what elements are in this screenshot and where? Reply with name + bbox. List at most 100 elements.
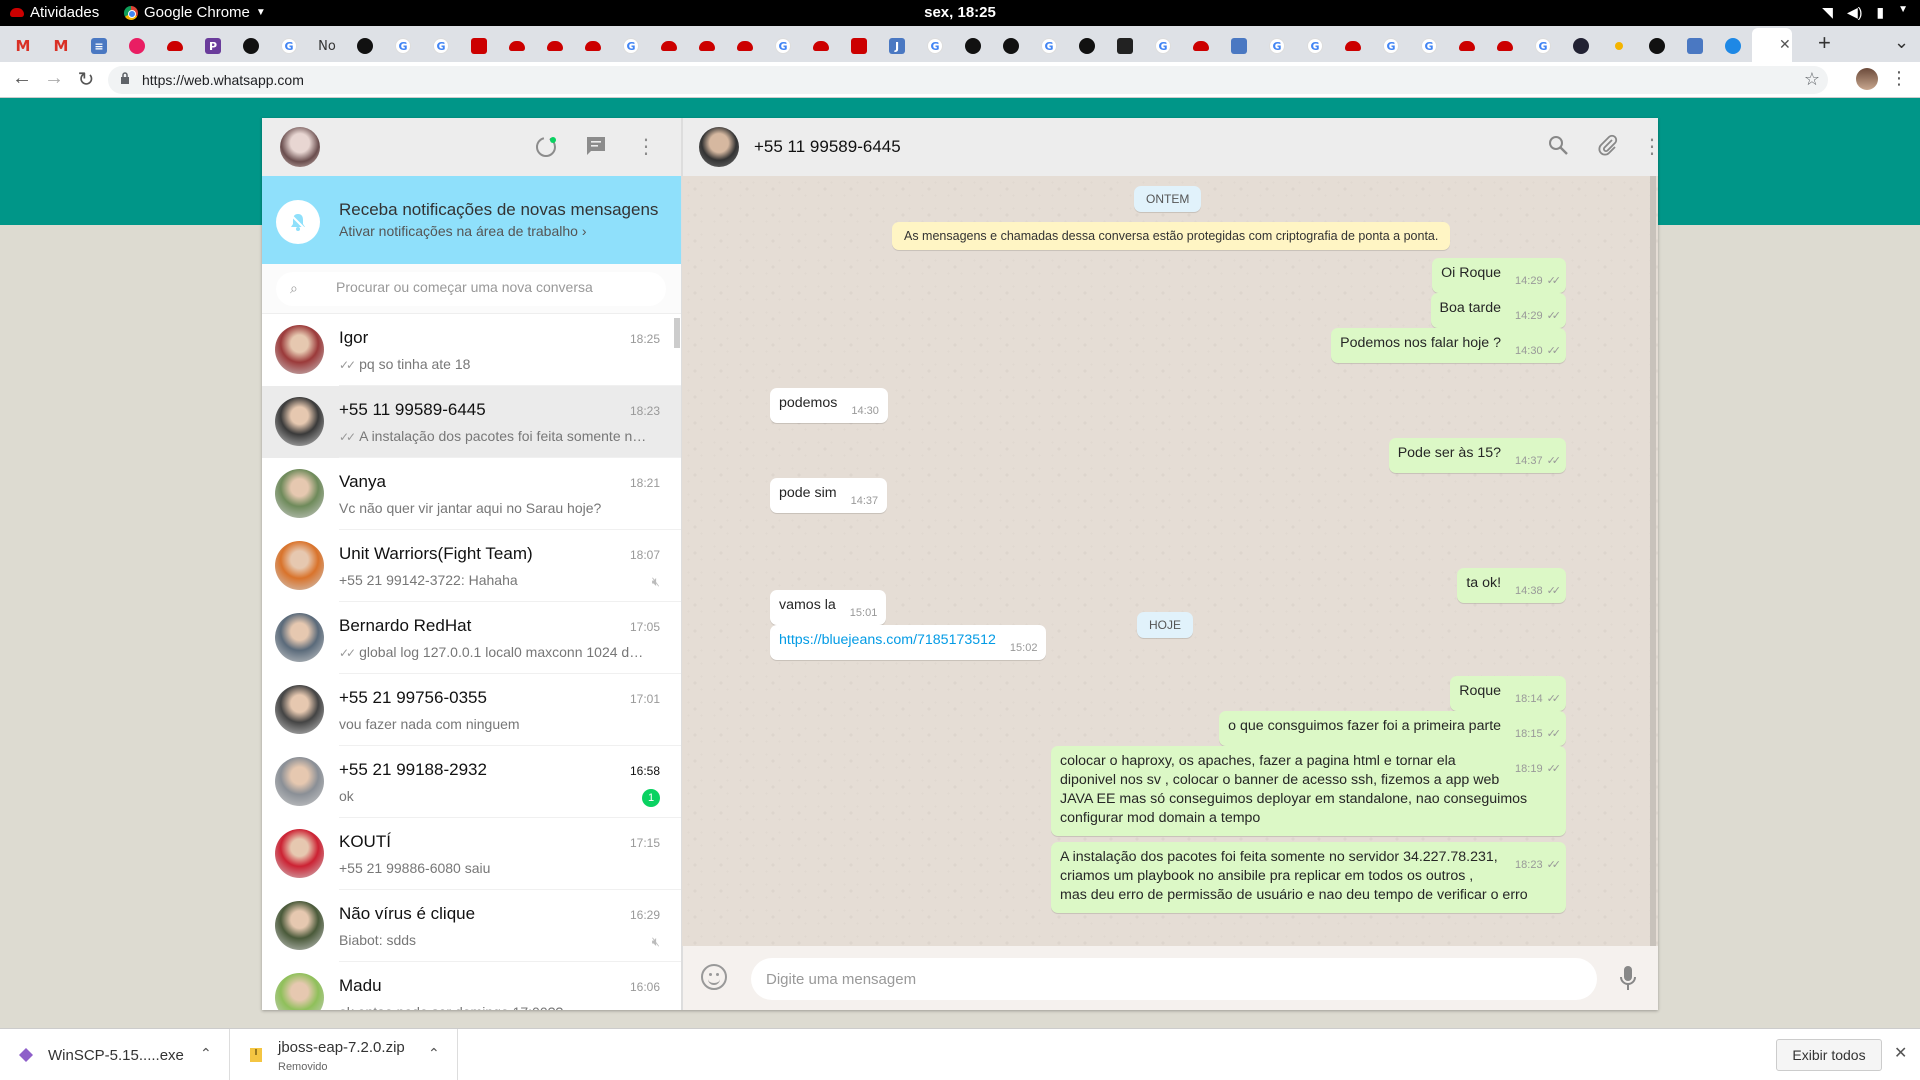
- outgoing-message[interactable]: 18:15 ✓✓ o que consguimos fazer foi a prim…: [1219, 711, 1566, 746]
- tab-google[interactable]: G: [1300, 32, 1330, 60]
- forward-button[interactable]: →: [42, 67, 66, 90]
- system-tray[interactable]: ◥ ◀) ▮ ▼: [1822, 4, 1908, 21]
- tab-redhat[interactable]: [1452, 32, 1482, 60]
- tab-google[interactable]: G: [1148, 32, 1178, 60]
- incoming-message[interactable]: 15:01 vamos la: [770, 590, 887, 625]
- status-icon[interactable]: [534, 135, 558, 159]
- tab-docs[interactable]: ≡: [84, 32, 114, 60]
- tab-google[interactable]: G: [1262, 32, 1292, 60]
- outgoing-message[interactable]: 14:29 ✓✓ Boa tarde: [1430, 293, 1566, 328]
- message-input[interactable]: [751, 958, 1597, 1000]
- tab-gmail-2[interactable]: M: [46, 32, 76, 60]
- chevron-up-icon[interactable]: ⌃: [200, 1045, 212, 1062]
- chrome-menu-icon[interactable]: ⋮: [1890, 68, 1908, 89]
- tab-item[interactable]: [122, 32, 152, 60]
- download-item[interactable]: WinSCP-5.15.....exe ⌃: [0, 1029, 230, 1080]
- tab-item[interactable]: [1718, 32, 1748, 60]
- tab-github[interactable]: [958, 32, 988, 60]
- tab-github[interactable]: [996, 32, 1026, 60]
- tab-redhat[interactable]: [730, 32, 760, 60]
- my-profile-avatar[interactable]: [280, 127, 320, 167]
- close-tab-icon[interactable]: ✕: [1779, 36, 1791, 53]
- outgoing-message[interactable]: 18:23 ✓✓ A instalação dos pacotes foi feit…: [1051, 842, 1566, 913]
- microphone-icon[interactable]: [1617, 964, 1639, 992]
- tab-google[interactable]: G: [616, 32, 646, 60]
- menu-icon[interactable]: ⋮: [634, 135, 658, 159]
- contact-avatar[interactable]: [699, 127, 739, 167]
- chat-row[interactable]: +55 21 99756-0355 17:01 vou fazer nada com…: [262, 674, 681, 746]
- chat-row[interactable]: +55 21 99188-2932 16:58 ok 1: [262, 746, 681, 818]
- tab-item[interactable]: [464, 32, 494, 60]
- chat-row[interactable]: +55 11 99589-6445 18:23 ✓✓ A instalação dos…: [262, 386, 681, 458]
- tab-item[interactable]: [1224, 32, 1254, 60]
- outgoing-message[interactable]: 14:30 ✓✓ Podemos nos falar hoje ?: [1331, 328, 1566, 363]
- emoji-icon[interactable]: [701, 964, 727, 990]
- tab-item[interactable]: [236, 32, 266, 60]
- tab-github[interactable]: [1072, 32, 1102, 60]
- tab-google[interactable]: G: [274, 32, 304, 60]
- tab-google[interactable]: G: [920, 32, 950, 60]
- tab-redhat[interactable]: [1186, 32, 1216, 60]
- outgoing-message[interactable]: 14:29 ✓✓ Oi Roque: [1432, 258, 1566, 293]
- chat-row[interactable]: Unit Warriors(Fight Team) 18:07 +55 21 991…: [262, 530, 681, 602]
- chat-row[interactable]: KOUTÍ 17:15 +55 21 99886-6080 saiu: [262, 818, 681, 890]
- tab-redhat[interactable]: [540, 32, 570, 60]
- back-button[interactable]: ←: [10, 67, 34, 90]
- encryption-notice[interactable]: As mensagens e chamadas dessa conversa e…: [892, 222, 1451, 250]
- tab-google[interactable]: G: [768, 32, 798, 60]
- tab-notion[interactable]: No: [312, 32, 342, 60]
- chat-row[interactable]: Igor 18:25 ✓✓ pq so tinha ate 18: [262, 314, 681, 386]
- tab-item[interactable]: [1604, 32, 1634, 60]
- close-shelf-icon[interactable]: ✕: [1894, 1043, 1907, 1063]
- clock[interactable]: sex, 18:25: [0, 4, 1920, 21]
- tab-google[interactable]: G: [1528, 32, 1558, 60]
- chat-row[interactable]: Madu 16:06 ok entao pode ser domingo 17:00…: [262, 962, 681, 1010]
- tab-redhat[interactable]: [502, 32, 532, 60]
- tab-redhat[interactable]: [578, 32, 608, 60]
- tab-search-icon[interactable]: ⌄: [1894, 32, 1909, 53]
- attach-icon[interactable]: [1595, 134, 1621, 160]
- new-chat-icon[interactable]: [584, 135, 608, 159]
- incoming-message[interactable]: 14:30 podemos: [770, 388, 888, 423]
- new-tab-button[interactable]: +: [1818, 30, 1831, 56]
- profile-avatar[interactable]: [1856, 68, 1878, 90]
- search-messages-icon[interactable]: [1545, 134, 1571, 160]
- tab-google[interactable]: G: [388, 32, 418, 60]
- chat-row[interactable]: Bernardo RedHat 17:05 ✓✓ global log 127.0.0…: [262, 602, 681, 674]
- outgoing-message[interactable]: 14:37 ✓✓ Pode ser às 15?: [1388, 438, 1566, 473]
- conversation-menu-icon[interactable]: ⋮: [1639, 134, 1665, 160]
- message-link[interactable]: https://bluejeans.com/7185173512: [779, 632, 996, 648]
- address-bar[interactable]: https://web.whatsapp.com ☆: [108, 66, 1828, 94]
- incoming-message[interactable]: 15:02 https://bluejeans.com/7185173512: [770, 625, 1047, 660]
- tab-google[interactable]: G: [1414, 32, 1444, 60]
- chevron-up-icon[interactable]: ⌃: [428, 1045, 440, 1062]
- tab-item[interactable]: [1566, 32, 1596, 60]
- tab-google[interactable]: G: [1034, 32, 1064, 60]
- notify-subtitle[interactable]: Ativar notificações na área de trabalho …: [339, 223, 586, 239]
- tab-redhat[interactable]: [806, 32, 836, 60]
- outgoing-message[interactable]: 18:14 ✓✓ Roque: [1450, 676, 1566, 711]
- tab-redhat[interactable]: [692, 32, 722, 60]
- download-item[interactable]: jboss-eap-7.2.0.zip Removido ⌃: [230, 1029, 458, 1080]
- tab-item[interactable]: [1680, 32, 1710, 60]
- tab-google[interactable]: G: [1376, 32, 1406, 60]
- conversation-header[interactable]: +55 11 99589-6445 ⋮: [682, 118, 1662, 176]
- contact-name[interactable]: +55 11 99589-6445: [754, 137, 901, 157]
- tab-item[interactable]: [350, 32, 380, 60]
- reload-button[interactable]: ↻: [74, 67, 98, 92]
- chat-row[interactable]: Vanya 18:21 Vc não quer vir jantar aqui no…: [262, 458, 681, 530]
- tab-redhat[interactable]: [1338, 32, 1368, 60]
- tab-gmail[interactable]: M: [8, 32, 38, 60]
- outgoing-message[interactable]: 18:19 ✓✓ colocar o haproxy, os apaches, fa…: [1051, 746, 1566, 836]
- show-all-downloads-button[interactable]: Exibir todos: [1776, 1039, 1882, 1071]
- tab-item[interactable]: [1110, 32, 1140, 60]
- chat-row[interactable]: Não vírus é clique 16:29 Biabot: sdds 🔇︎: [262, 890, 681, 962]
- chat-list-scrollbar[interactable]: [674, 318, 680, 348]
- tab-item[interactable]: P: [198, 32, 228, 60]
- search-input[interactable]: [336, 279, 656, 295]
- tab-item[interactable]: J: [882, 32, 912, 60]
- tab-item[interactable]: [844, 32, 874, 60]
- tab-github[interactable]: [1642, 32, 1672, 60]
- tab-redhat[interactable]: [160, 32, 190, 60]
- conversation-scrollbar[interactable]: [1650, 176, 1656, 946]
